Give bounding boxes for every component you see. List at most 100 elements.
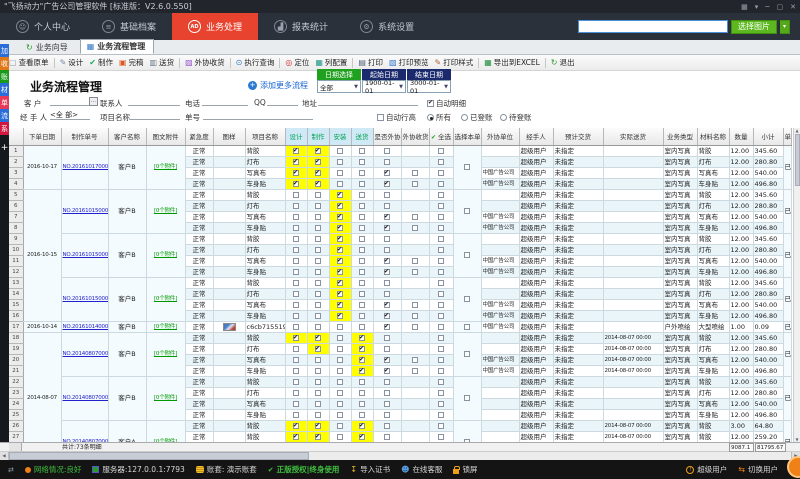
column-header-expected[interactable]: 预计交货 [553, 128, 603, 145]
checkbox[interactable] [359, 181, 365, 187]
checkbox[interactable] [359, 379, 365, 385]
rail-expand-button[interactable]: + [0, 135, 9, 442]
checkbox[interactable] [337, 192, 343, 198]
checkbox[interactable] [337, 346, 343, 352]
checkbox[interactable] [315, 335, 321, 341]
checkbox[interactable] [412, 225, 418, 231]
checkbox[interactable] [464, 395, 470, 401]
toolbar-button-11[interactable]: ✎打印样式 [432, 57, 477, 68]
checkbox[interactable] [438, 148, 444, 154]
order-link[interactable]: NO.201610140001 [63, 324, 109, 330]
column-header-rownum[interactable] [9, 128, 23, 145]
checkbox[interactable] [438, 203, 444, 209]
checkbox[interactable] [438, 291, 444, 297]
tab-0[interactable]: ↻业务向导 [20, 41, 76, 54]
order-link[interactable]: NO.201610170001 [63, 164, 109, 170]
checkbox[interactable] [384, 401, 390, 407]
toolbar-button-12[interactable]: ▦导出到EXCEL [481, 57, 543, 68]
checkbox[interactable] [384, 313, 390, 319]
checkbox[interactable] [337, 247, 343, 253]
column-header-qty[interactable]: 数量 [729, 128, 753, 145]
checkbox[interactable] [384, 269, 390, 275]
checkbox[interactable] [293, 170, 299, 176]
checkbox[interactable] [315, 412, 321, 418]
column-header-outrecv[interactable]: 外协收货 [401, 128, 429, 145]
sample-thumbnail[interactable] [223, 323, 236, 331]
checkbox[interactable] [293, 412, 299, 418]
horizontal-scrollbar[interactable]: ◀ ▶ [0, 451, 800, 460]
order-link[interactable]: NO.201408070002 [63, 395, 109, 401]
checkbox[interactable] [438, 368, 444, 374]
checkbox[interactable] [293, 291, 299, 297]
select-image-dropdown[interactable]: ▾ [780, 20, 790, 34]
column-header-material[interactable]: 材料名称 [697, 128, 729, 145]
contact-input[interactable] [128, 96, 180, 106]
checkbox[interactable] [315, 346, 321, 352]
checkbox[interactable] [359, 324, 365, 330]
checkbox[interactable] [315, 368, 321, 374]
toolbar-button-10[interactable]: ▧打印预览 [386, 57, 432, 68]
checkbox[interactable] [293, 203, 299, 209]
checkbox[interactable] [384, 357, 390, 363]
column-header-actual[interactable]: 实际送货 [603, 128, 663, 145]
vertical-scrollbar[interactable]: ▲ ▼ [793, 128, 800, 442]
import-cert-button[interactable]: ↧导入证书 [350, 464, 390, 475]
swap-icon[interactable]: ⇄ [8, 466, 14, 474]
toolbar-button-3[interactable]: ▣完稿 [116, 57, 147, 68]
checkbox[interactable] [438, 335, 444, 341]
checkbox[interactable] [337, 258, 343, 264]
scroll-up-icon[interactable]: ▲ [795, 128, 798, 133]
checkbox[interactable] [315, 225, 321, 231]
checkbox[interactable] [337, 335, 343, 341]
checkbox[interactable] [337, 225, 343, 231]
toolbar-button-0[interactable]: ▢查看原单 [6, 57, 52, 68]
checkbox[interactable] [337, 434, 343, 440]
nav-item-2[interactable]: AD业务处理 [172, 13, 258, 40]
checkbox[interactable] [384, 302, 390, 308]
rail-tab-5[interactable]: 流 [0, 109, 9, 122]
checkbox[interactable] [359, 313, 365, 319]
checkbox[interactable] [337, 170, 343, 176]
column-header-customer[interactable]: 客户名称 [108, 128, 146, 145]
online-service-button[interactable]: ☻在线客服 [401, 464, 442, 475]
checkbox[interactable] [337, 368, 343, 374]
minimize-button[interactable]: ─ [765, 3, 769, 11]
column-header-biztype[interactable]: 业务类型 [663, 128, 697, 145]
scroll-left-icon[interactable]: ◀ [0, 452, 9, 460]
checkbox[interactable] [384, 346, 390, 352]
checkbox[interactable] [293, 236, 299, 242]
auto-detail-checkbox[interactable]: 自动明细 [427, 98, 466, 109]
checkbox[interactable] [412, 170, 418, 176]
checkbox[interactable] [337, 423, 343, 429]
phone-input[interactable] [202, 96, 248, 106]
attachment-link[interactable]: [0个附件] [154, 252, 177, 258]
checkbox[interactable] [293, 379, 299, 385]
rail-tab-1[interactable]: 收 [0, 57, 9, 70]
column-header-sample[interactable]: 图样 [213, 128, 245, 145]
checkbox[interactable] [438, 379, 444, 385]
checkbox[interactable] [337, 313, 343, 319]
nav-item-0[interactable]: ☺个人中心 [0, 13, 86, 40]
checkbox[interactable] [293, 390, 299, 396]
checkbox[interactable] [438, 401, 444, 407]
checkbox[interactable] [293, 324, 299, 330]
checkbox[interactable] [337, 390, 343, 396]
checkbox[interactable] [359, 291, 365, 297]
auto-rowheight-checkbox[interactable]: 自动行高 [377, 112, 416, 123]
checkbox[interactable] [315, 324, 321, 330]
checkbox[interactable] [293, 280, 299, 286]
checkbox[interactable] [438, 302, 444, 308]
checkbox[interactable] [337, 412, 343, 418]
checkbox[interactable] [293, 247, 299, 253]
date-select-header[interactable]: 日期选择 [317, 69, 361, 80]
checkbox[interactable] [384, 291, 390, 297]
checkbox[interactable] [337, 302, 343, 308]
checkbox[interactable] [359, 302, 365, 308]
checkbox[interactable] [315, 159, 321, 165]
checkbox[interactable] [384, 335, 390, 341]
rail-tab-0[interactable]: 加 [0, 44, 9, 57]
checkbox[interactable] [337, 148, 343, 154]
checkbox[interactable] [438, 192, 444, 198]
checkbox[interactable] [293, 192, 299, 198]
radio-pending[interactable]: 待登账 [500, 112, 532, 123]
